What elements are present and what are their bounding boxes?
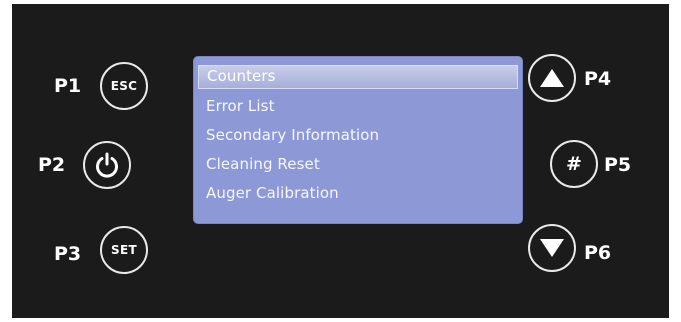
p2-label: P2 [38, 154, 66, 176]
menu-item-secondary-information[interactable]: Secondary Information [198, 121, 518, 150]
lcd-screen: Counters Error List Secondary Informatio… [193, 56, 523, 224]
menu-item-label: Secondary Information [206, 126, 380, 144]
triangle-up-icon [539, 67, 565, 89]
menu-item-label: Auger Calibration [206, 184, 339, 202]
down-button[interactable] [528, 224, 576, 272]
menu-item-error-list[interactable]: Error List [198, 92, 518, 121]
p6-label: P6 [584, 242, 612, 264]
menu-item-counters[interactable]: Counters [198, 65, 518, 89]
set-button[interactable]: SET [100, 226, 148, 274]
set-button-label: SET [111, 243, 137, 257]
menu-item-label: Counters [207, 67, 276, 85]
hash-button[interactable]: # [550, 140, 598, 188]
triangle-down-icon [539, 237, 565, 259]
menu-item-label: Error List [206, 97, 275, 115]
p4-label: P4 [584, 68, 612, 90]
p5-label: P5 [604, 154, 632, 176]
menu-item-label: Cleaning Reset [206, 155, 320, 173]
menu-item-auger-calibration[interactable]: Auger Calibration [198, 179, 518, 208]
power-icon [93, 151, 121, 179]
p3-label: P3 [54, 243, 82, 265]
esc-button[interactable]: ESC [100, 62, 148, 110]
esc-button-label: ESC [110, 79, 138, 93]
power-button[interactable] [83, 141, 131, 189]
up-button[interactable] [528, 54, 576, 102]
hash-button-label: # [566, 153, 582, 175]
p1-label: P1 [54, 75, 82, 97]
menu-item-cleaning-reset[interactable]: Cleaning Reset [198, 150, 518, 179]
control-panel: Counters Error List Secondary Informatio… [12, 4, 669, 318]
